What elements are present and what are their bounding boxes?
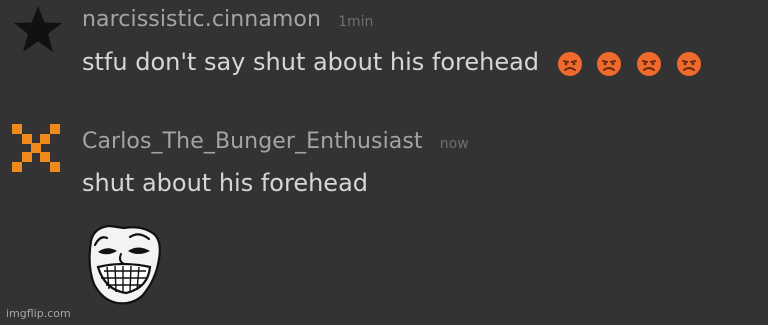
username[interactable]: narcissistic.cinnamon [82, 7, 321, 32]
angry-face-icon [597, 52, 622, 76]
timestamp: now [439, 136, 469, 152]
chat-message-2: Carlos_The_Bunger_Enthusiast now shut ab… [0, 110, 768, 325]
message-header: Carlos_The_Bunger_Enthusiast now [82, 129, 469, 154]
username[interactable]: Carlos_The_Bunger_Enthusiast [82, 129, 423, 154]
pixel-x-icon[interactable] [10, 122, 62, 174]
trollface-icon[interactable] [84, 223, 162, 305]
message-text: stfu don't say shut about his forehead [82, 48, 708, 77]
chat-message-1: narcissistic.cinnamon 1min stfu don't sa… [0, 0, 768, 110]
message-text-content: stfu don't say shut about his forehead [82, 48, 540, 76]
message-text: shut about his forehead [82, 169, 368, 197]
angry-face-icon [676, 52, 701, 76]
message-header: narcissistic.cinnamon 1min [82, 7, 373, 32]
watermark: imgflip.com [6, 307, 71, 320]
angry-face-icon [557, 52, 582, 76]
angry-face-icon [636, 52, 661, 76]
message-text-content: shut about his forehead [82, 169, 369, 197]
angry-emoji-row [557, 49, 708, 77]
timestamp: 1min [338, 14, 374, 30]
star-icon[interactable] [12, 4, 64, 56]
